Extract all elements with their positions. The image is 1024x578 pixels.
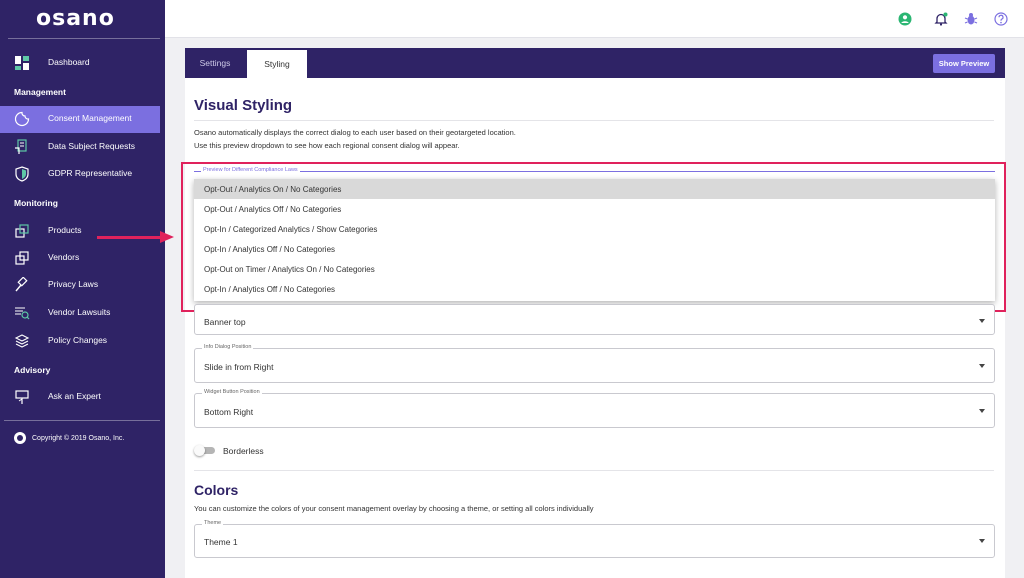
description: Osano automatically displays the correct…: [194, 126, 516, 152]
description-line: Use this preview dropdown to see how eac…: [194, 141, 460, 150]
chevron-down-icon: [979, 364, 985, 368]
sidebar-item-label: Consent Management: [48, 113, 132, 123]
description-line: Osano automatically displays the correct…: [194, 128, 516, 137]
sidebar-item-label: Privacy Laws: [48, 279, 99, 289]
info-dialog-position-select[interactable]: Info Dialog Position Slide in from Right: [194, 344, 995, 383]
chevron-down-icon: [979, 409, 985, 413]
divider: [4, 420, 160, 421]
sidebar-item-vendors[interactable]: Vendors: [0, 245, 160, 271]
account-status-icon[interactable]: [898, 12, 912, 26]
sidebar-item-privacy-laws[interactable]: Privacy Laws: [0, 272, 160, 298]
sidebar-item-label: Data Subject Requests: [48, 141, 135, 151]
borderless-label: Borderless: [223, 446, 264, 456]
tab-styling[interactable]: Styling: [247, 50, 307, 78]
section-title-colors: Colors: [194, 482, 239, 498]
sidebar-item-policy-changes[interactable]: Policy Changes: [0, 328, 160, 354]
sidebar-item-label: GDPR Representative: [48, 168, 133, 178]
layers-icon: [14, 334, 30, 348]
section-title-visual-styling: Visual Styling: [194, 97, 293, 114]
sidebar-item-gdpr-representative[interactable]: GDPR Representative: [0, 161, 160, 187]
divider: [194, 120, 994, 121]
copyright-text: Copyright © 2019 Osano, Inc.: [32, 434, 125, 442]
sidebar-item-vendor-lawsuits[interactable]: Vendor Lawsuits: [0, 300, 160, 326]
tab-settings[interactable]: Settings: [185, 48, 245, 78]
help-icon[interactable]: [994, 12, 1008, 26]
select-label: Widget Button Position: [202, 389, 262, 395]
annotation-arrow: [97, 236, 163, 239]
sidebar-item-data-subject-requests[interactable]: Data Subject Requests: [0, 134, 160, 160]
annotation-highlight-box: [181, 162, 1006, 312]
sidebar-item-label: Products: [48, 225, 82, 235]
select-label: Info Dialog Position: [202, 344, 254, 350]
show-preview-button[interactable]: Show Preview: [933, 54, 995, 73]
chevron-down-icon: [979, 319, 985, 323]
dsr-icon: [15, 139, 27, 154]
widget-button-position-select[interactable]: Widget Button Position Bottom Right: [194, 389, 995, 428]
select-label: Theme: [202, 520, 224, 526]
colors-description: You can customize the colors of your con…: [194, 504, 594, 513]
select-value: Banner top: [204, 317, 246, 327]
vendors-icon: [15, 251, 29, 265]
sidebar-item-label: Vendors: [48, 252, 80, 262]
tab-bar: Settings Styling Show Preview: [185, 48, 1005, 78]
select-value: Slide in from Right: [204, 362, 274, 372]
bug-icon[interactable]: [964, 12, 978, 26]
sidebar-item-products[interactable]: Products: [0, 218, 160, 244]
sidebar-item-label: Dashboard: [48, 57, 90, 67]
toggle-thumb: [194, 445, 205, 456]
chevron-down-icon: [979, 539, 985, 543]
bell-icon[interactable]: [934, 12, 948, 26]
select-value: Theme 1: [204, 537, 238, 547]
sidebar-item-label: Vendor Lawsuits: [48, 307, 111, 317]
section-advisory: Advisory: [14, 365, 51, 375]
sidebar-item-ask-an-expert[interactable]: Ask an Expert: [0, 384, 160, 410]
expert-icon: [15, 390, 29, 404]
top-bar: [165, 0, 1024, 38]
annotation-arrow-head: [160, 231, 174, 243]
shield-icon: [15, 166, 29, 182]
sidebar: osano Dashboard Management Consent Manag…: [0, 0, 165, 578]
banner-position-select[interactable]: Banner top: [194, 304, 995, 335]
dashboard-icon: [15, 56, 29, 70]
sidebar-item-label: Ask an Expert: [48, 391, 101, 401]
gavel-icon: [15, 277, 28, 292]
sidebar-item-dashboard[interactable]: Dashboard: [0, 50, 160, 76]
sidebar-item-consent-management[interactable]: Consent Management: [0, 106, 160, 133]
divider: [8, 38, 160, 39]
osano-logo[interactable]: osano: [36, 6, 115, 31]
products-icon: [15, 224, 29, 238]
theme-select[interactable]: Theme Theme 1: [194, 520, 995, 558]
sidebar-item-label: Policy Changes: [48, 335, 108, 345]
borderless-toggle[interactable]: [194, 445, 216, 456]
lawsuit-icon: [15, 307, 30, 320]
cookie-icon: [14, 111, 30, 127]
osano-mark-icon: [14, 432, 26, 444]
section-monitoring: Monitoring: [14, 198, 58, 208]
section-management: Management: [14, 87, 66, 97]
copyright: Copyright © 2019 Osano, Inc.: [14, 432, 124, 444]
select-value: Bottom Right: [204, 407, 254, 417]
divider: [194, 470, 994, 471]
